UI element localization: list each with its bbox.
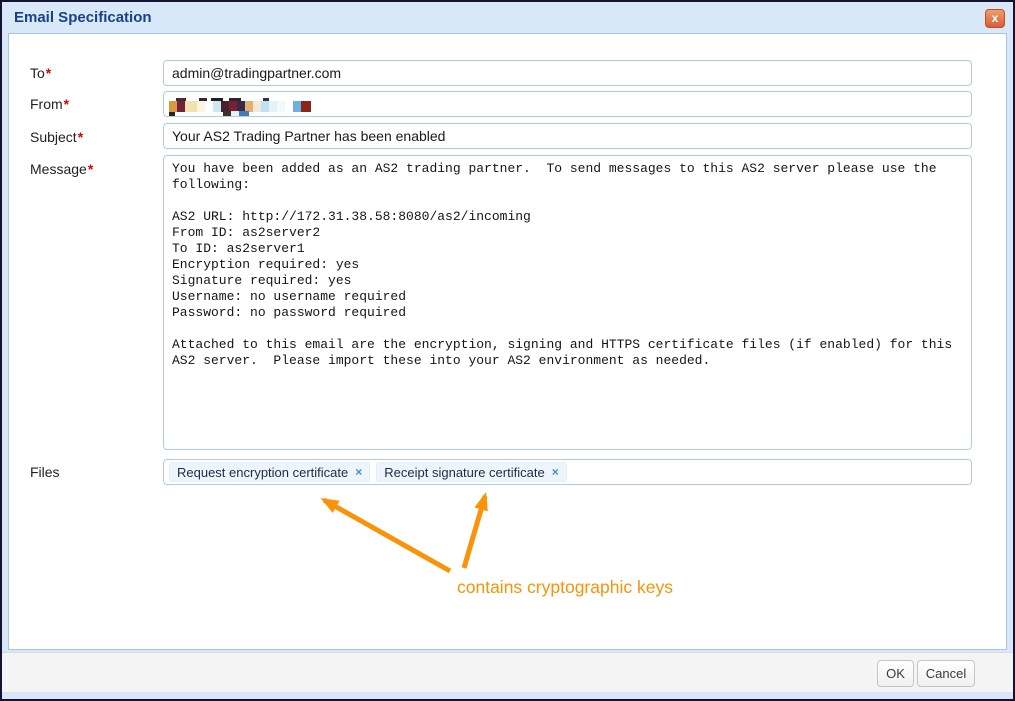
file-chip-request-encryption-certificate: Request encryption certificate × [169, 462, 370, 482]
from-required-marker: * [64, 96, 69, 112]
file-chip-label: Receipt signature certificate [384, 465, 544, 480]
close-icon[interactable]: x [985, 9, 1005, 28]
message-textarea[interactable]: You have been added as an AS2 trading pa… [163, 155, 972, 450]
file-chip-label: Request encryption certificate [177, 465, 348, 480]
redaction-pixel-block [293, 101, 301, 112]
cancel-button[interactable]: Cancel [917, 660, 975, 687]
redaction-pixel-block [269, 101, 277, 112]
redaction-pixel-block [253, 101, 261, 112]
redaction-pixel-block [231, 111, 239, 117]
dialog-title: Email Specification [14, 9, 152, 26]
from-input[interactable] [163, 91, 972, 117]
redaction-pixel-block [169, 101, 177, 112]
form-panel: To* From* Subject* Message* You have bee… [8, 33, 1007, 650]
to-required-marker: * [46, 65, 51, 81]
remove-file-icon[interactable]: × [552, 465, 559, 479]
redaction-pixel-block [177, 101, 185, 112]
to-label-text: To [30, 65, 45, 81]
remove-file-icon[interactable]: × [355, 465, 362, 479]
from-redaction [164, 92, 971, 116]
to-label: To* [30, 65, 51, 81]
redaction-pixel-block [223, 111, 231, 117]
dialog-titlebar: Email Specification x [2, 2, 1013, 33]
message-label-text: Message [30, 161, 87, 177]
redaction-pixel-block [197, 101, 205, 112]
to-input[interactable] [163, 60, 972, 86]
files-label-text: Files [30, 464, 60, 480]
message-required-marker: * [88, 161, 93, 177]
redaction-pixel-block [213, 101, 221, 112]
subject-required-marker: * [78, 129, 83, 145]
subject-label-text: Subject [30, 129, 77, 145]
email-specification-dialog: Email Specification x To* From* Subject*… [0, 0, 1015, 701]
dialog-footer: OK Cancel [2, 652, 1013, 692]
subject-label: Subject* [30, 129, 83, 145]
file-chip-receipt-signature-certificate: Receipt signature certificate × [376, 462, 566, 482]
message-label: Message* [30, 161, 93, 177]
redaction-pixel-block [169, 112, 175, 117]
redaction-pixel-block [277, 101, 285, 112]
ok-button[interactable]: OK [877, 660, 914, 687]
redaction-pixel-block [185, 101, 197, 112]
files-label: Files [30, 464, 60, 480]
redaction-pixel-block [239, 111, 249, 117]
redaction-pixel-block [261, 101, 269, 112]
subject-input[interactable] [163, 123, 972, 149]
annotation-contains-cryptographic-keys: contains cryptographic keys [457, 577, 673, 598]
from-label: From* [30, 96, 69, 112]
from-label-text: From [30, 96, 63, 112]
files-input[interactable]: Request encryption certificate × Receipt… [163, 459, 972, 485]
redaction-pixel-block [301, 101, 311, 112]
